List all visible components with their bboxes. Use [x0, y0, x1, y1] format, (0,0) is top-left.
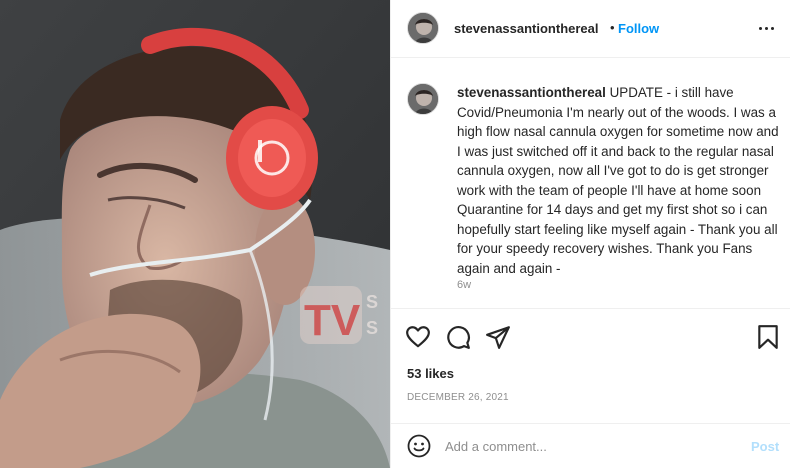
likes-count[interactable]: 53 likes — [407, 366, 454, 381]
post-time-ago[interactable]: 6w — [457, 279, 471, 291]
heart-icon[interactable] — [405, 324, 431, 350]
avatar-image — [408, 84, 438, 114]
post-caption: stevenassantionthereal UPDATE - i still … — [457, 83, 781, 278]
caption-avatar[interactable] — [407, 83, 439, 115]
more-horizontal-icon[interactable] — [757, 20, 777, 36]
header-separator: • — [610, 20, 615, 35]
follow-button[interactable]: Follow — [618, 21, 659, 36]
post-details-panel: stevenassantionthereal • Follow stevenas… — [390, 0, 790, 468]
comment-input[interactable] — [445, 436, 725, 456]
share-icon[interactable] — [485, 324, 511, 350]
comment-bar: Post — [391, 423, 790, 468]
author-avatar[interactable] — [407, 12, 439, 44]
watermark-tv: TV — [304, 296, 361, 345]
avatar-image — [408, 13, 438, 43]
caption-username[interactable]: stevenassantionthereal — [457, 85, 606, 100]
comment-icon[interactable] — [445, 324, 471, 350]
post-header: stevenassantionthereal • Follow — [391, 0, 790, 58]
caption-text: UPDATE - i still have Covid/Pneumonia I'… — [457, 85, 779, 276]
caption-section: stevenassantionthereal UPDATE - i still … — [391, 59, 790, 309]
post-photo[interactable]: TV S S — [0, 0, 390, 468]
svg-text:S: S — [366, 318, 378, 338]
emoji-icon[interactable] — [407, 434, 431, 458]
post-image: TV S S — [0, 0, 390, 468]
action-bar — [391, 318, 790, 354]
author-username[interactable]: stevenassantionthereal — [454, 21, 599, 36]
post-comment-button[interactable]: Post — [751, 439, 779, 454]
post-date: DECEMBER 26, 2021 — [407, 392, 509, 403]
svg-text:S: S — [366, 292, 378, 312]
bookmark-icon[interactable] — [755, 324, 781, 350]
